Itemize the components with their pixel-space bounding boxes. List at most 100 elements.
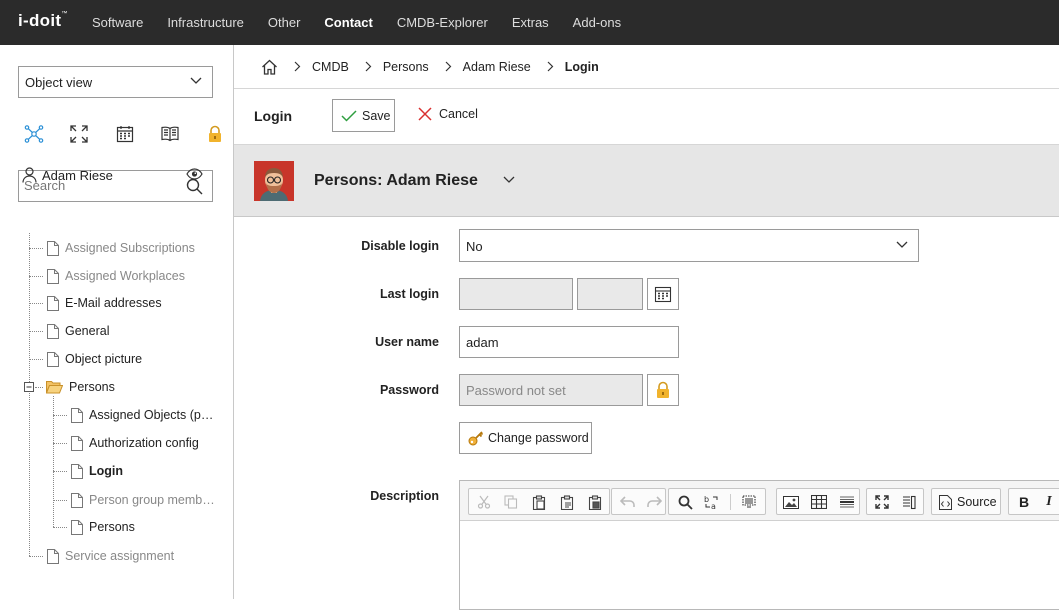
image-icon[interactable] [781,493,801,511]
eye-icon[interactable] [186,168,203,180]
disable-login-label: Disable login [361,239,439,253]
tree-item-service-assignment[interactable]: Service assignment [47,546,174,566]
horizontal-line-icon[interactable] [837,493,857,511]
menu-cmdb-explorer[interactable]: CMDB-Explorer [385,0,500,45]
relations-icon[interactable] [24,124,44,144]
copy-icon[interactable] [501,493,521,511]
svg-text:a: a [711,502,716,510]
maximize-icon[interactable] [872,493,892,511]
change-password-button[interactable]: Change password [459,422,592,454]
history-group [611,488,666,515]
tree-item-persons[interactable]: Persons [71,517,135,537]
search-icon[interactable] [186,178,203,195]
calendar-icon [654,285,672,303]
redo-icon[interactable] [644,493,664,511]
menu-software[interactable]: Software [80,0,155,45]
view-group [866,488,924,515]
tree-item-login[interactable]: Login [71,461,123,481]
collapse-toggle-icon[interactable] [24,382,34,392]
replace-icon[interactable]: ba [702,493,722,511]
cancel-button[interactable]: Cancel [418,107,478,121]
tree-item-general[interactable]: General [47,321,109,341]
file-icon [71,519,83,535]
undo-icon[interactable] [618,493,638,511]
menu-contact[interactable]: Contact [312,0,384,45]
last-login-date-field [459,278,573,310]
source-icon[interactable] [935,493,955,511]
tree-item-assigned-objects[interactable]: Assigned Objects (p… [71,405,213,425]
show-blocks-icon[interactable] [899,493,919,511]
menu-extras[interactable]: Extras [500,0,561,45]
chevron-right-icon [445,61,452,72]
username-input[interactable] [466,335,636,350]
chevron-down-icon [896,241,908,249]
password-input [466,383,636,398]
description-editor[interactable]: ba Source B I [459,480,1059,610]
i-doit-logo[interactable]: i-doit™ [18,11,68,31]
file-icon [71,407,83,423]
menu-infrastructure[interactable]: Infrastructure [155,0,256,45]
action-bar: Login Save Cancel [234,89,1059,145]
top-navigation-bar: i-doit™ Software Infrastructure Other Co… [0,0,1059,45]
tree-item-assigned-workplaces[interactable]: Assigned Workplaces [47,266,185,286]
chevron-down-icon [190,77,202,85]
menu-add-ons[interactable]: Add-ons [561,0,633,45]
password-field [459,374,643,406]
close-icon [418,107,432,121]
lock-icon[interactable] [205,124,225,144]
main-menu: Software Infrastructure Other Contact CM… [80,0,633,45]
chevron-down-icon[interactable] [503,176,515,184]
bold-icon[interactable]: B [1014,493,1034,511]
breadcrumb-cmdb[interactable]: CMDB [312,60,349,74]
tree-item-persons-folder[interactable]: Persons [46,377,115,397]
chevron-right-icon [294,61,301,72]
paste-word-icon[interactable] [585,493,605,511]
object-header: Persons: Adam Riese [234,145,1059,217]
find-icon[interactable] [675,493,695,511]
disable-login-value: No [466,239,483,254]
tree-item-assigned-subscriptions[interactable]: Assigned Subscriptions [47,238,195,258]
calendar-icon[interactable] [115,124,135,144]
svg-text:b: b [704,495,709,504]
user-icon [22,167,37,183]
cut-icon[interactable] [474,493,494,511]
username-field[interactable] [459,326,679,358]
source-group: Source [931,488,1001,515]
paste-text-icon[interactable] [557,493,577,511]
username-label: User name [375,335,439,349]
file-icon [47,548,59,564]
editor-content-area[interactable] [460,522,1059,611]
book-icon[interactable] [160,124,180,144]
home-icon[interactable] [261,59,278,75]
paste-icon[interactable] [529,493,549,511]
calendar-button[interactable] [647,278,679,310]
unlock-password-button[interactable] [647,374,679,406]
table-icon[interactable] [809,493,829,511]
breadcrumb-adam-riese[interactable]: Adam Riese [463,60,531,74]
file-icon [71,463,83,479]
save-button[interactable]: Save [332,99,395,132]
key-icon [468,430,484,446]
disable-login-select[interactable]: No [459,229,919,262]
select-all-icon[interactable] [739,493,759,511]
source-label[interactable]: Source [957,495,997,509]
breadcrumb: CMDB Persons Adam Riese Login [234,45,1059,89]
view-select[interactable]: Object view [18,66,213,98]
tree-item-object-picture[interactable]: Object picture [47,349,142,369]
tree-item-authorization-config[interactable]: Authorization config [71,433,199,453]
file-icon [47,351,59,367]
last-login-label: Last login [379,287,439,301]
breadcrumb-persons[interactable]: Persons [383,60,429,74]
file-icon [47,268,59,284]
file-icon [71,435,83,451]
editor-toolbar: ba Source B I [460,481,1059,521]
fullscreen-icon[interactable] [69,124,89,144]
menu-other[interactable]: Other [256,0,313,45]
tree-root-person[interactable]: Adam Riese [22,164,113,186]
italic-icon[interactable]: I [1039,493,1059,511]
folder-open-icon [46,380,63,394]
chevron-right-icon [547,61,554,72]
tree-item-email-addresses[interactable]: E-Mail addresses [47,293,162,313]
file-icon [47,323,59,339]
tree-item-person-group-memberships[interactable]: Person group memb… [71,490,215,510]
